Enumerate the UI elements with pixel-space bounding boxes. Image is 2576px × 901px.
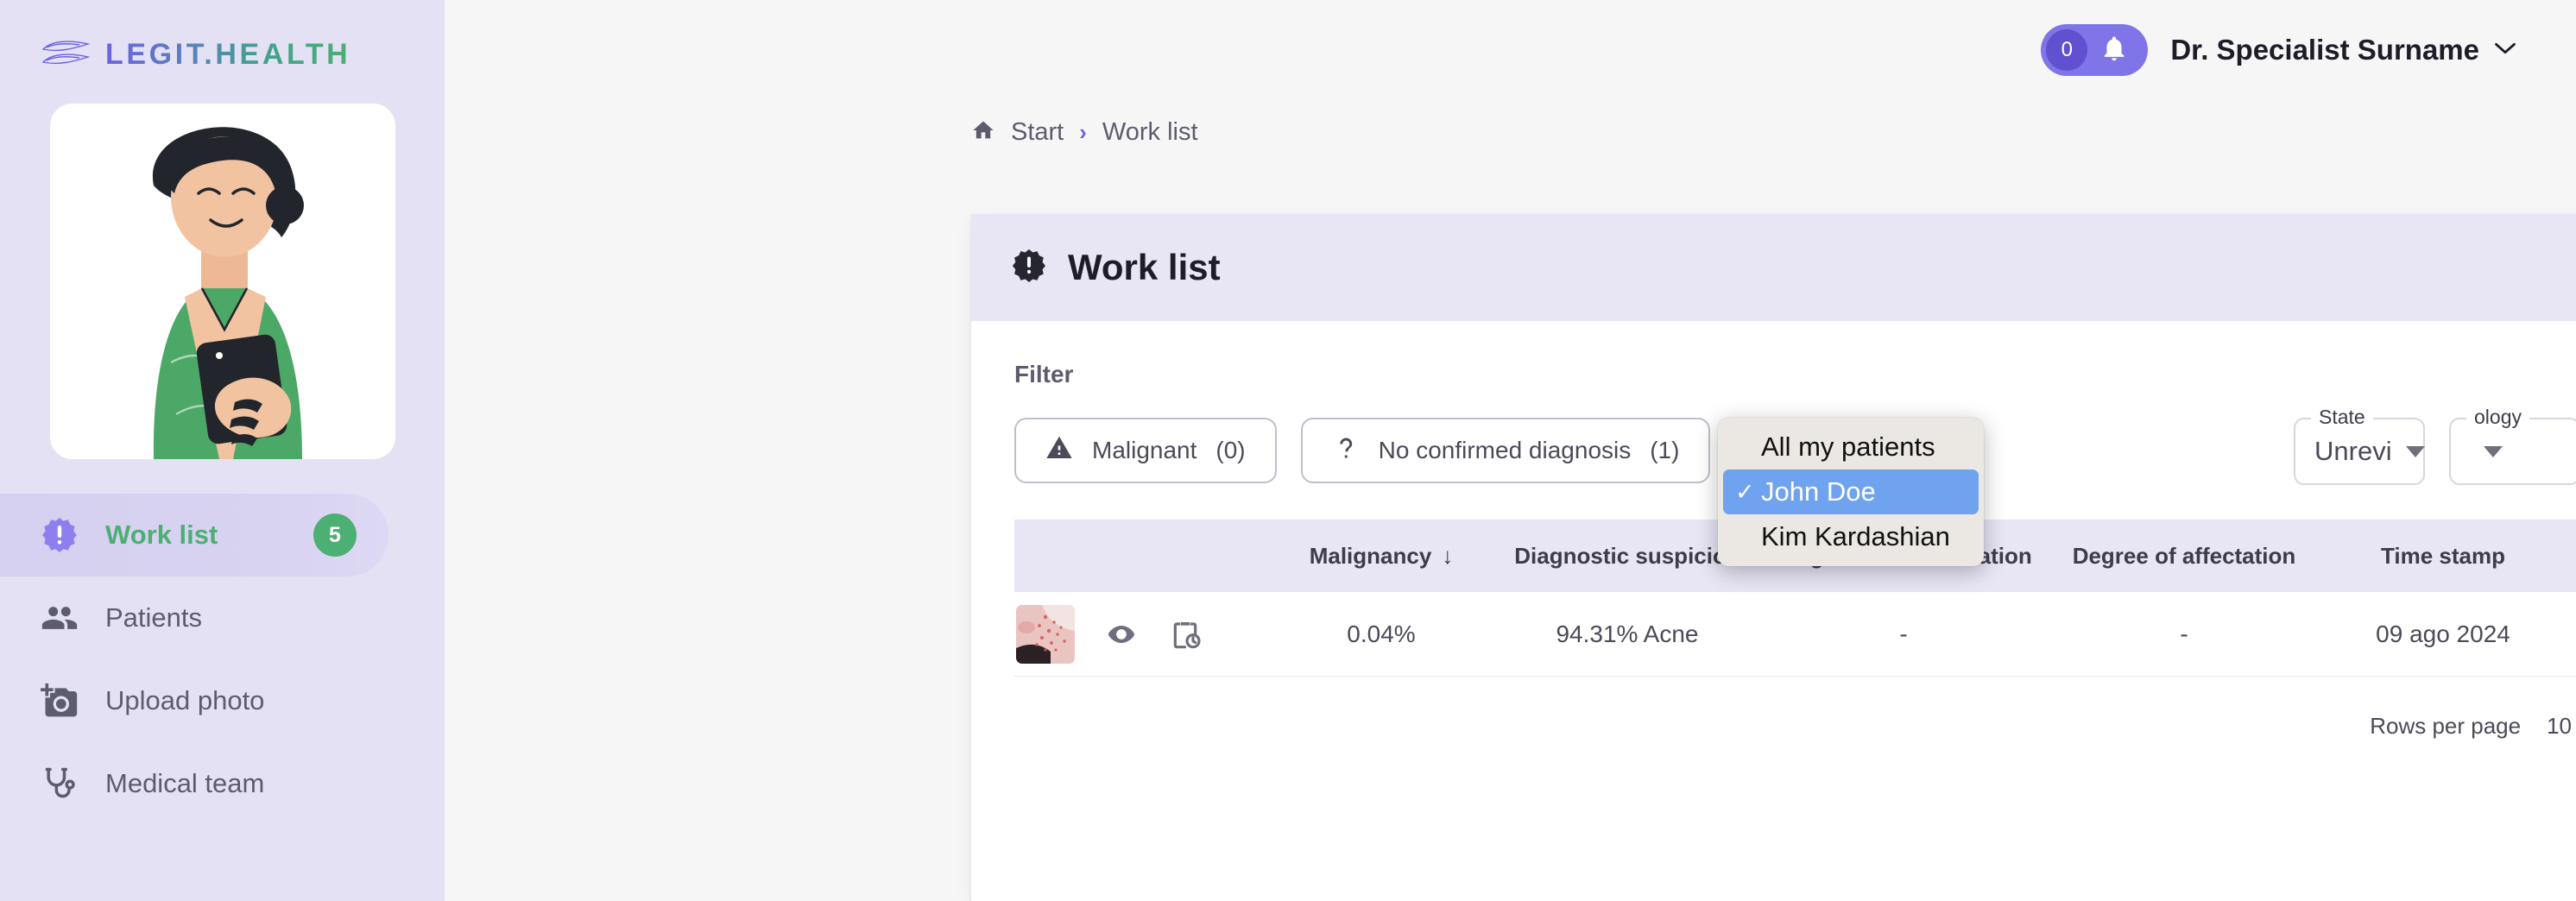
app-root: LEGIT.HEALTH — [0, 0, 2576, 901]
main-area: 0 Dr. Specialist Surname — [445, 0, 2576, 901]
sidebar-item-medical-team[interactable]: Medical team — [0, 742, 445, 825]
state-select-value: Unrevi — [2314, 436, 2392, 467]
breadcrumb-start[interactable]: Start — [1011, 118, 1064, 147]
select-option-kim-kardashian[interactable]: Kim Kardashian — [1723, 514, 1979, 559]
pagination: Rows per page 10 1–1 of 1 — [1014, 677, 2576, 746]
sidebar-illustration — [50, 104, 395, 459]
filter-section-label: Filter — [1014, 361, 2576, 388]
clinical-photo-thumbnail[interactable] — [1016, 605, 1075, 664]
check-icon: ✓ — [1735, 479, 1761, 506]
user-menu[interactable]: Dr. Specialist Surname — [2170, 34, 2517, 66]
row-degree-of-affectation: - — [2042, 621, 2327, 648]
select-option-all-my-patients[interactable]: All my patients — [1723, 425, 1979, 469]
filter-chip-count: (1) — [1650, 437, 1679, 464]
clipboard-clock-icon[interactable] — [1168, 617, 1203, 652]
sidebar-item-upload-photo[interactable]: Upload photo — [0, 659, 445, 742]
breadcrumb: Start › Work list — [445, 100, 2576, 155]
pathology-select-label: ology — [2466, 406, 2529, 429]
select-option-label: Kim Kardashian — [1761, 521, 1950, 552]
sidebar-nav: Work list 5 Patients Upload photo — [0, 494, 445, 825]
page-header: Work list — [971, 214, 2576, 321]
brand-logo[interactable]: LEGIT.HEALTH — [0, 0, 445, 74]
rows-per-page-label: Rows per page — [2370, 713, 2521, 740]
rows-per-page-value: 10 — [2547, 713, 2572, 740]
patient-select-popup[interactable]: All my patients ✓ John Doe Kim Kardashia… — [1718, 418, 1984, 566]
state-select-label: State — [2311, 406, 2373, 429]
filter-chip-label: Malignant — [1092, 437, 1196, 464]
breadcrumb-current: Work list — [1102, 118, 1198, 147]
column-header-degree-of-affectation[interactable]: Degree of affectation — [2042, 543, 2327, 570]
column-header-malignancy[interactable]: Malignancy ↓ — [1273, 543, 1489, 570]
eye-icon[interactable] — [1104, 617, 1139, 652]
sidebar-item-patients[interactable]: Patients — [0, 577, 445, 659]
sidebar-item-label: Work list — [105, 520, 218, 551]
sidebar: LEGIT.HEALTH — [0, 0, 445, 901]
row-thumbnail-cell — [1014, 605, 1273, 664]
notification-count: 0 — [2046, 29, 2087, 71]
page-title: Work list — [1068, 247, 1221, 288]
column-header-label: Malignancy — [1310, 543, 1432, 570]
table-row[interactable]: 0.04% 94.31% Acne - - 09 ago 2024 — [1014, 592, 2576, 677]
alert-badge-icon — [40, 515, 79, 555]
select-option-label: John Doe — [1761, 476, 1876, 507]
row-malignancy: 0.04% — [1273, 621, 1489, 648]
row-time-stamp: 09 ago 2024 — [2327, 621, 2560, 648]
filter-chip-no-confirmed-diagnosis[interactable]: No confirmed diagnosis (1) — [1301, 418, 1711, 483]
pathology-select[interactable]: ology — [2449, 418, 2576, 485]
column-header-time-stamp[interactable]: Time stamp — [2327, 543, 2560, 570]
alert-badge-icon — [1011, 248, 1047, 288]
filter-chip-count: (0) — [1215, 437, 1245, 464]
chevron-down-icon — [2406, 446, 2425, 457]
add-photo-camera-icon — [40, 681, 79, 721]
state-select[interactable]: State Unrevi — [2294, 418, 2425, 485]
filter-chip-label: No confirmed diagnosis — [1379, 437, 1632, 464]
work-list-count-badge: 5 — [313, 514, 357, 557]
row-diagnostic-confirmation: - — [1765, 621, 2042, 648]
legit-health-leaves-logo-icon — [40, 36, 93, 72]
sidebar-item-work-list[interactable]: Work list 5 — [0, 494, 388, 577]
filter-chip-malignant[interactable]: Malignant (0) — [1014, 418, 1277, 483]
select-option-john-doe[interactable]: ✓ John Doe — [1723, 469, 1979, 514]
row-diagnostic-suspicion: 94.31% Acne — [1489, 621, 1765, 648]
notifications-button[interactable]: 0 — [2041, 24, 2148, 76]
stethoscope-icon — [40, 764, 79, 803]
brand-name: LEGIT.HEALTH — [105, 38, 350, 72]
warning-triangle-icon — [1045, 434, 1073, 468]
sidebar-item-label: Medical team — [105, 768, 264, 799]
top-bar: 0 Dr. Specialist Surname — [445, 0, 2576, 100]
rows-per-page-select[interactable]: 10 — [2547, 713, 2576, 740]
sidebar-item-label: Upload photo — [105, 685, 264, 716]
chevron-down-icon — [2484, 446, 2503, 457]
people-icon — [40, 598, 79, 638]
select-option-label: All my patients — [1761, 432, 1935, 463]
sort-descending-icon: ↓ — [1442, 543, 1453, 570]
chevron-down-icon — [2493, 41, 2517, 60]
user-name: Dr. Specialist Surname — [2170, 34, 2479, 66]
sidebar-item-label: Patients — [105, 602, 202, 633]
home-icon[interactable] — [971, 118, 995, 147]
question-mark-icon — [1332, 434, 1360, 468]
bell-icon — [2099, 34, 2129, 67]
breadcrumb-separator: › — [1079, 119, 1087, 146]
